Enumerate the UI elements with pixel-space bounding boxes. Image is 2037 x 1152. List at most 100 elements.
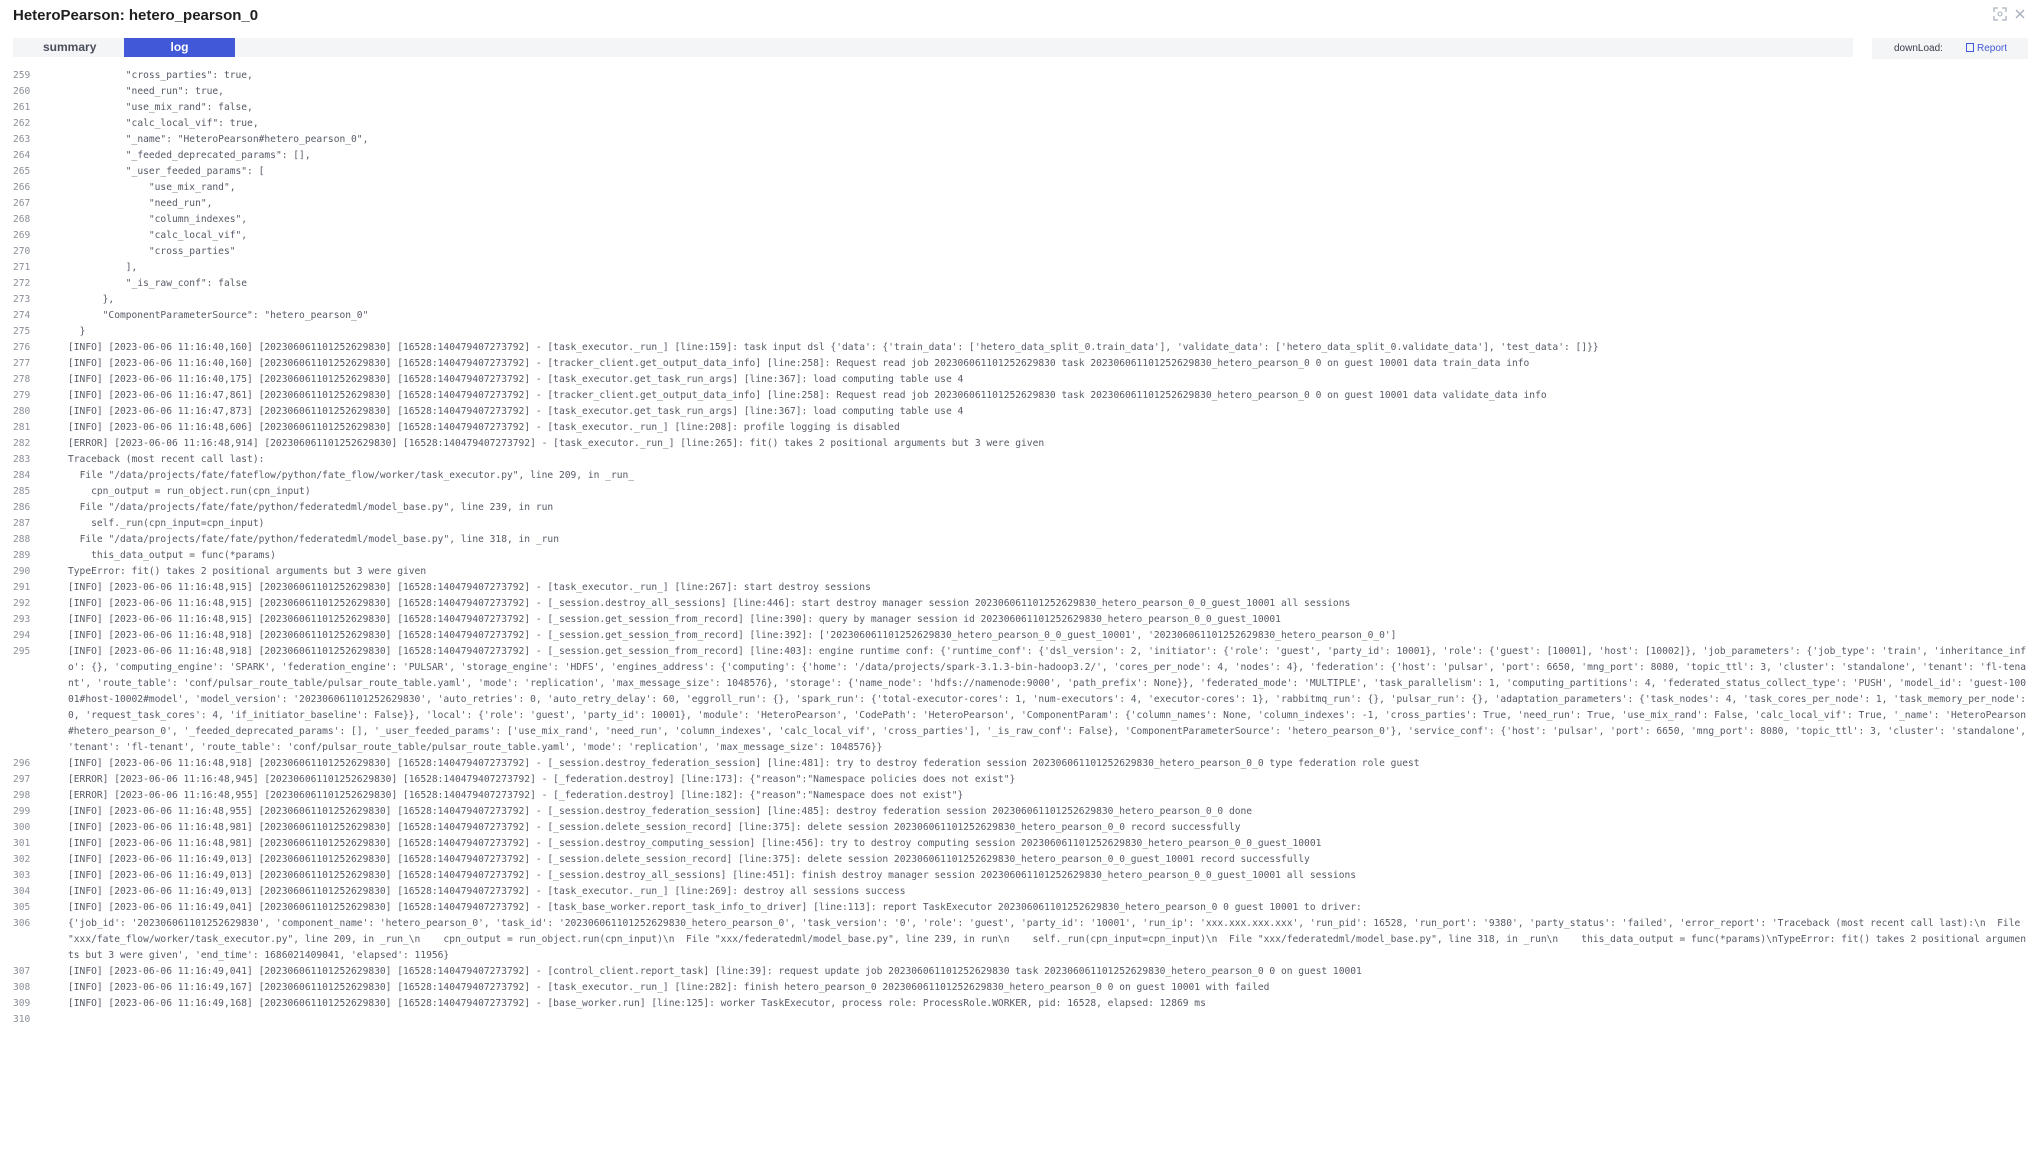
- log-text: Traceback (most recent call last):: [68, 454, 265, 465]
- line-number: 274: [13, 310, 31, 321]
- line-number: 304: [13, 886, 31, 897]
- log-text: "need_run": true,: [68, 86, 224, 97]
- log-text: {'job_id': '202306061101252629830', 'com…: [68, 918, 2027, 961]
- log-line: 259 "cross_parties": true,: [0, 68, 2037, 84]
- log-text: "use_mix_rand",: [68, 182, 236, 193]
- log-text: [INFO] [2023-06-06 11:16:40,160] [202306…: [68, 342, 1599, 353]
- log-line: 265 "_user_feeded_params": [: [0, 164, 2037, 180]
- log-text: }: [68, 326, 86, 337]
- log-text: "use_mix_rand": false,: [68, 102, 253, 113]
- line-number: 268: [13, 214, 31, 225]
- line-number: 287: [13, 518, 31, 529]
- log-line: 266 "use_mix_rand",: [0, 180, 2037, 196]
- line-number: 269: [13, 230, 31, 241]
- log-text: "_feeded_deprecated_params": [],: [68, 150, 311, 161]
- log-text: [INFO] [2023-06-06 11:16:48,918] [202306…: [68, 758, 1420, 769]
- log-text: [INFO] [2023-06-06 11:16:48,915] [202306…: [68, 582, 871, 593]
- log-line: 297 [ERROR] [2023-06-06 11:16:48,945] [20…: [0, 772, 2037, 788]
- dialog-title: HeteroPearson: hetero_pearson_0: [13, 7, 259, 24]
- log-text: this_data_output = func(*params): [68, 550, 276, 561]
- line-number: 295: [13, 646, 31, 657]
- log-text: [ERROR] [2023-06-06 11:16:48,945] [20230…: [68, 774, 1016, 785]
- line-number: 309: [13, 998, 31, 1009]
- log-line: 275 }: [0, 324, 2037, 340]
- fullscreen-icon[interactable]: [1992, 7, 2008, 23]
- log-line: 307 [INFO] [2023-06-06 11:16:49,041] [202…: [0, 964, 2037, 980]
- log-line: 301 [INFO] [2023-06-06 11:16:48,981] [202…: [0, 836, 2037, 852]
- log-line: 308 [INFO] [2023-06-06 11:16:49,167] [202…: [0, 980, 2037, 996]
- log-text: [INFO] [2023-06-06 11:16:40,160] [202306…: [68, 358, 1530, 369]
- line-number: 272: [13, 278, 31, 289]
- log-line: 302 [INFO] [2023-06-06 11:16:49,013] [202…: [0, 852, 2037, 868]
- line-number: 276: [13, 342, 31, 353]
- log-line: 294 [INFO] [2023-06-06 11:16:48,918] [202…: [0, 628, 2037, 644]
- log-line: 278 [INFO] [2023-06-06 11:16:40,175] [202…: [0, 372, 2037, 388]
- log-text: [INFO] [2023-06-06 11:16:49,167] [202306…: [68, 982, 1270, 993]
- log-line: 292 [INFO] [2023-06-06 11:16:48,915] [202…: [0, 596, 2037, 612]
- line-number: 264: [13, 150, 31, 161]
- log-line: 303 [INFO] [2023-06-06 11:16:49,013] [202…: [0, 868, 2037, 884]
- log-text: [INFO] [2023-06-06 11:16:49,013] [202306…: [68, 886, 906, 897]
- log-text: TypeError: fit() takes 2 positional argu…: [68, 566, 427, 577]
- line-number: 275: [13, 326, 31, 337]
- log-viewer[interactable]: 259 "cross_parties": true, 260 "need_run"…: [0, 68, 2037, 1038]
- line-number: 302: [13, 854, 31, 865]
- line-number: 277: [13, 358, 31, 369]
- download-label: downLoad:: [1894, 43, 1943, 54]
- log-line: 283 Traceback (most recent call last):: [0, 452, 2037, 468]
- log-line: 296 [INFO] [2023-06-06 11:16:48,918] [202…: [0, 756, 2037, 772]
- log-text: "_name": "HeteroPearson#hetero_pearson_0…: [68, 134, 369, 145]
- line-number: 293: [13, 614, 31, 625]
- log-text: self._run(cpn_input=cpn_input): [68, 518, 265, 529]
- log-text: File "/data/projects/fate/fate/python/fe…: [68, 534, 559, 545]
- line-number: 284: [13, 470, 31, 481]
- log-text: [INFO] [2023-06-06 11:16:40,175] [202306…: [68, 374, 964, 385]
- line-number: 280: [13, 406, 31, 417]
- line-number: 305: [13, 902, 31, 913]
- line-number: 260: [13, 86, 31, 97]
- log-line: 306 {'job_id': '202306061101252629830', '…: [0, 916, 2037, 964]
- log-line: 309 [INFO] [2023-06-06 11:16:49,168] [202…: [0, 996, 2037, 1012]
- log-line: 280 [INFO] [2023-06-06 11:16:47,873] [202…: [0, 404, 2037, 420]
- line-number: 286: [13, 502, 31, 513]
- line-number: 303: [13, 870, 31, 881]
- log-line: 273 },: [0, 292, 2037, 308]
- log-line: 295 [INFO] [2023-06-06 11:16:48,918] [202…: [0, 644, 2037, 756]
- tab-summary[interactable]: summary: [25, 38, 105, 57]
- log-text: [INFO] [2023-06-06 11:16:49,041] [202306…: [68, 902, 1362, 913]
- log-text: "cross_parties": [68, 246, 236, 257]
- line-number: 307: [13, 966, 31, 977]
- log-line: 300 [INFO] [2023-06-06 11:16:48,981] [202…: [0, 820, 2037, 836]
- log-text: [INFO] [2023-06-06 11:16:48,915] [202306…: [68, 598, 1351, 609]
- line-number: 299: [13, 806, 31, 817]
- line-number: 282: [13, 438, 31, 449]
- line-number: 265: [13, 166, 31, 177]
- line-number: 294: [13, 630, 31, 641]
- log-text: "ComponentParameterSource": "hetero_pear…: [68, 310, 369, 321]
- tab-log[interactable]: log: [124, 38, 235, 57]
- line-number: 308: [13, 982, 31, 993]
- log-line: 260 "need_run": true,: [0, 84, 2037, 100]
- log-text: },: [68, 294, 115, 305]
- line-number: 262: [13, 118, 31, 129]
- line-number: 290: [13, 566, 31, 577]
- log-line: 277 [INFO] [2023-06-06 11:16:40,160] [202…: [0, 356, 2037, 372]
- log-text: cpn_output = run_object.run(cpn_input): [68, 486, 311, 497]
- log-text: [INFO] [2023-06-06 11:16:47,861] [202306…: [68, 390, 1547, 401]
- log-line: 282 [ERROR] [2023-06-06 11:16:48,914] [20…: [0, 436, 2037, 452]
- line-number: 261: [13, 102, 31, 113]
- line-number: 266: [13, 182, 31, 193]
- close-icon[interactable]: [2012, 7, 2028, 23]
- log-line: 298 [ERROR] [2023-06-06 11:16:48,955] [20…: [0, 788, 2037, 804]
- line-number: 289: [13, 550, 31, 561]
- report-download-button[interactable]: Report: [1966, 38, 2007, 59]
- line-number: 270: [13, 246, 31, 257]
- log-text: [INFO] [2023-06-06 11:16:48,955] [202306…: [68, 806, 1253, 817]
- line-number: 285: [13, 486, 31, 497]
- line-number: 310: [13, 1014, 31, 1025]
- log-text: [INFO] [2023-06-06 11:16:49,013] [202306…: [68, 854, 1310, 865]
- log-text: [INFO] [2023-06-06 11:16:48,981] [202306…: [68, 838, 1322, 849]
- log-line: 287 self._run(cpn_input=cpn_input): [0, 516, 2037, 532]
- line-number: 271: [13, 262, 31, 273]
- log-text: [INFO] [2023-06-06 11:16:47,873] [202306…: [68, 406, 964, 417]
